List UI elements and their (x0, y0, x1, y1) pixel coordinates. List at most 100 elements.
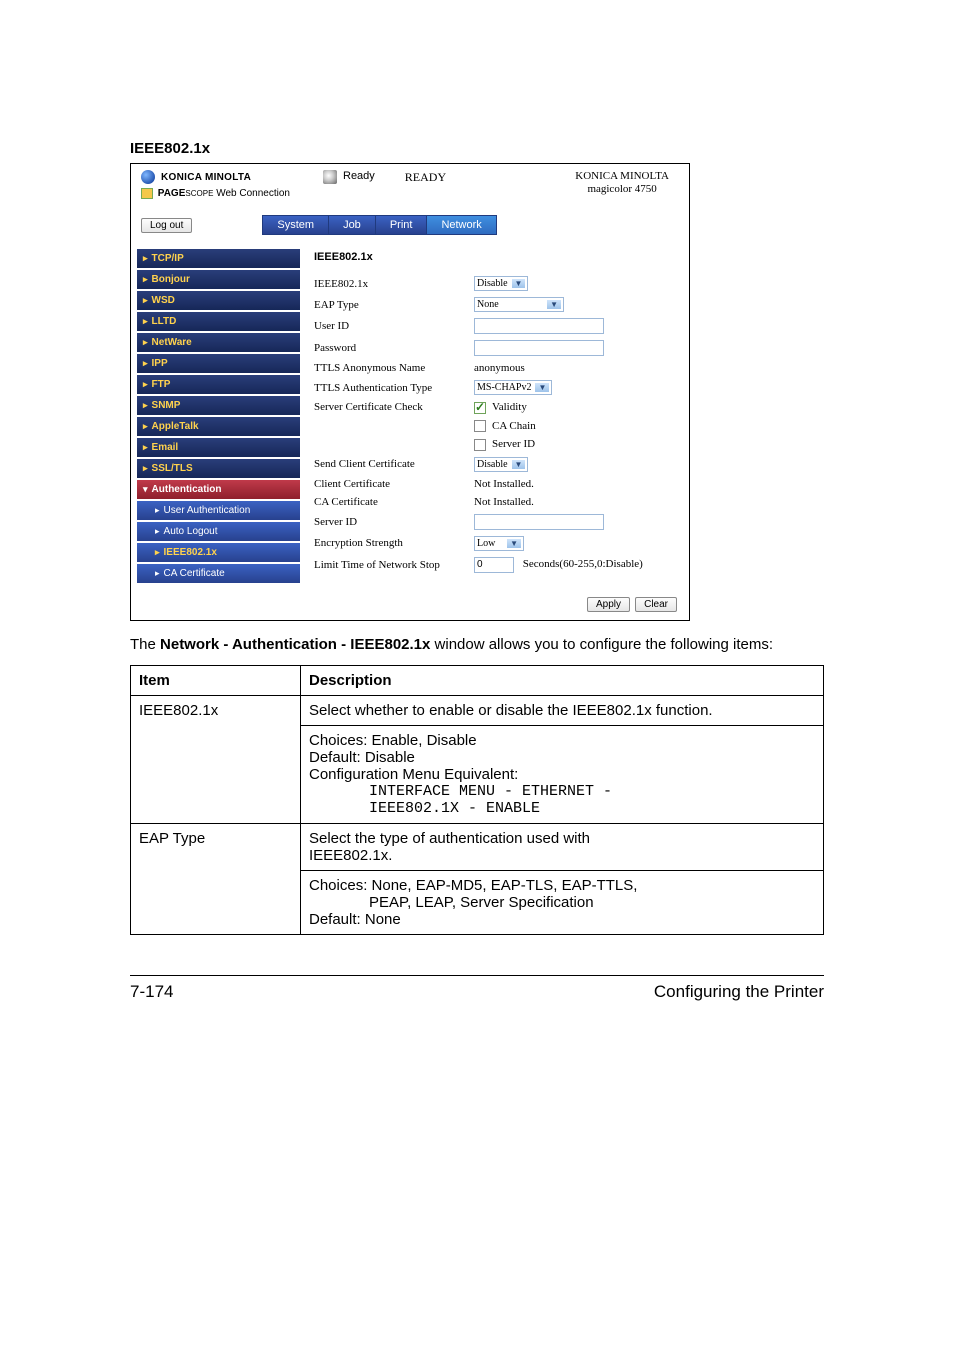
default-line: Default: None (309, 911, 815, 928)
sidebar-sub-autologout[interactable]: Auto Logout (137, 522, 300, 541)
select-send-client-cert[interactable]: Disable ▼ (474, 457, 528, 472)
sidebar-item-netware[interactable]: NetWare (137, 333, 300, 352)
sidebar-label: SNMP (152, 400, 181, 411)
select-encryption-strength[interactable]: Low▼ (474, 536, 524, 551)
pane-heading: IEEE802.1x (314, 251, 677, 263)
logout-button[interactable]: Log out (141, 218, 192, 233)
cell-item: IEEE802.1x (131, 696, 301, 824)
sidebar-sub-ieee8021x[interactable]: IEEE802.1x (137, 543, 300, 562)
sidebar-item-wsd[interactable]: WSD (137, 291, 300, 310)
status-ready-small: Ready (343, 170, 375, 182)
input-password[interactable] (474, 340, 604, 356)
sidebar-label: AppleTalk (152, 421, 199, 432)
sidebar-sub-userauth[interactable]: User Authentication (137, 501, 300, 520)
footer-section: Configuring the Printer (654, 982, 824, 1002)
chevron-down-icon: ▼ (547, 300, 561, 309)
label-client-cert: Client Certificate (314, 478, 474, 490)
value-ca-cert: Not Installed. (474, 496, 534, 508)
intro-pre: The (130, 636, 160, 653)
apply-button[interactable]: Apply (587, 597, 630, 612)
sidebar-item-snmp[interactable]: SNMP (137, 396, 300, 415)
sidebar-label: Authentication (152, 484, 222, 495)
label-ttls-authtype: TTLS Authentication Type (314, 382, 474, 394)
screenshot-ieee8021x: KONICA MINOLTA PAGESCOPE Web Connection … (130, 163, 690, 621)
table-row: IEEE802.1x Select whether to enable or d… (131, 696, 824, 726)
model-brand: KONICA MINOLTA (575, 170, 669, 183)
label-ttls-anon: TTLS Anonymous Name (314, 362, 474, 374)
desc-part: Select the type of authentication used w… (309, 830, 590, 847)
page-footer: 7-174 Configuring the Printer (130, 975, 824, 1002)
input-userid[interactable] (474, 318, 604, 334)
label-userid: User ID (314, 320, 474, 332)
config-menu-path: INTERFACE MENU - ETHERNET - (309, 783, 815, 800)
chevron-down-icon: ▼ (512, 460, 526, 469)
settings-pane: IEEE802.1x IEEE802.1x Disable▼ EAP Type … (306, 241, 689, 591)
sidebar-label: LLTD (152, 316, 177, 327)
tab-print[interactable]: Print (375, 215, 428, 235)
checkbox-label: Validity (492, 401, 527, 413)
sidebar-item-bonjour[interactable]: Bonjour (137, 270, 300, 289)
choices-line: PEAP, LEAP, Server Specification (309, 894, 815, 911)
checkbox-label: Server ID (492, 438, 535, 450)
section-title: IEEE802.1x (130, 140, 824, 157)
model-name: magicolor 4750 (575, 183, 669, 196)
intro-post: window allows you to configure the follo… (430, 636, 773, 653)
tab-network[interactable]: Network (426, 215, 496, 235)
chevron-down-icon: ▼ (512, 279, 526, 288)
sidebar-item-lltd[interactable]: LLTD (137, 312, 300, 331)
input-server-id[interactable] (474, 514, 604, 530)
config-menu-path: IEEE802.1X - ENABLE (309, 800, 815, 817)
label-server-id: Server ID (314, 516, 474, 528)
page-number: 7-174 (130, 982, 173, 1002)
pagescope-prefix: PAGESCOPE (158, 188, 214, 199)
status-ready-big: READY (405, 170, 446, 185)
sidebar-label: CA Certificate (164, 568, 225, 579)
checkbox-serverid[interactable] (474, 439, 486, 451)
clear-button[interactable]: Clear (635, 597, 677, 612)
select-ieee8021x[interactable]: Disable▼ (474, 276, 528, 291)
default-line: Default: Disable (309, 749, 815, 766)
sidebar-sub-cacert[interactable]: CA Certificate (137, 564, 300, 583)
sidebar-item-appletalk[interactable]: AppleTalk (137, 417, 300, 436)
cell-desc-details: Choices: None, EAP-MD5, EAP-TLS, EAP-TTL… (301, 871, 824, 935)
table-row: EAP Type Select the type of authenticati… (131, 824, 824, 871)
label-server-cert-check: Server Certificate Check (314, 401, 474, 413)
cell-item: EAP Type (131, 824, 301, 935)
brand-text: KONICA MINOLTA (161, 172, 251, 183)
select-value: MS-CHAPv2 (477, 382, 531, 393)
sidebar-item-ftp[interactable]: FTP (137, 375, 300, 394)
sidebar-item-ipp[interactable]: IPP (137, 354, 300, 373)
label-ca-cert: CA Certificate (314, 496, 474, 508)
col-header-description: Description (301, 666, 824, 696)
sidebar-label: FTP (152, 379, 171, 390)
sidebar-item-tcpip[interactable]: TCP/IP (137, 249, 300, 268)
choices-line: Choices: Enable, Disable (309, 732, 815, 749)
description-table: Item Description IEEE802.1x Select wheth… (130, 665, 824, 935)
label-send-client-cert: Send Client Certificate (314, 458, 474, 470)
select-value: Low (477, 538, 495, 549)
label-limit-time: Limit Time of Network Stop (314, 559, 474, 571)
sidebar-label: TCP/IP (152, 253, 184, 264)
sidebar-item-authentication[interactable]: Authentication (137, 480, 300, 499)
km-globe-icon (141, 170, 155, 184)
intro-bold: Network - Authentication - IEEE802.1x (160, 636, 430, 653)
select-eaptype[interactable]: None▼ (474, 297, 564, 312)
sidebar-item-ssltls[interactable]: SSL/TLS (137, 459, 300, 478)
label-ieee8021x: IEEE802.1x (314, 278, 474, 290)
value-ttls-anon: anonymous (474, 362, 525, 374)
choices-line: Choices: None, EAP-MD5, EAP-TLS, EAP-TTL… (309, 877, 815, 894)
checkbox-cachain[interactable] (474, 420, 486, 432)
label-password: Password (314, 342, 474, 354)
main-tabs: System Job Print Network (262, 215, 495, 235)
desc-part: IEEE802.1x. (309, 847, 392, 864)
select-ttls-authtype[interactable]: MS-CHAPv2▼ (474, 380, 552, 395)
sidebar-label: SSL/TLS (152, 463, 193, 474)
tab-job[interactable]: Job (328, 215, 376, 235)
sidebar-label: Email (152, 442, 179, 453)
input-limit-time[interactable] (474, 557, 514, 573)
select-value: Disable (477, 459, 508, 470)
checkbox-validity[interactable] (474, 402, 486, 414)
tab-system[interactable]: System (262, 215, 329, 235)
cell-desc-details: Choices: Enable, Disable Default: Disabl… (301, 726, 824, 824)
sidebar-item-email[interactable]: Email (137, 438, 300, 457)
